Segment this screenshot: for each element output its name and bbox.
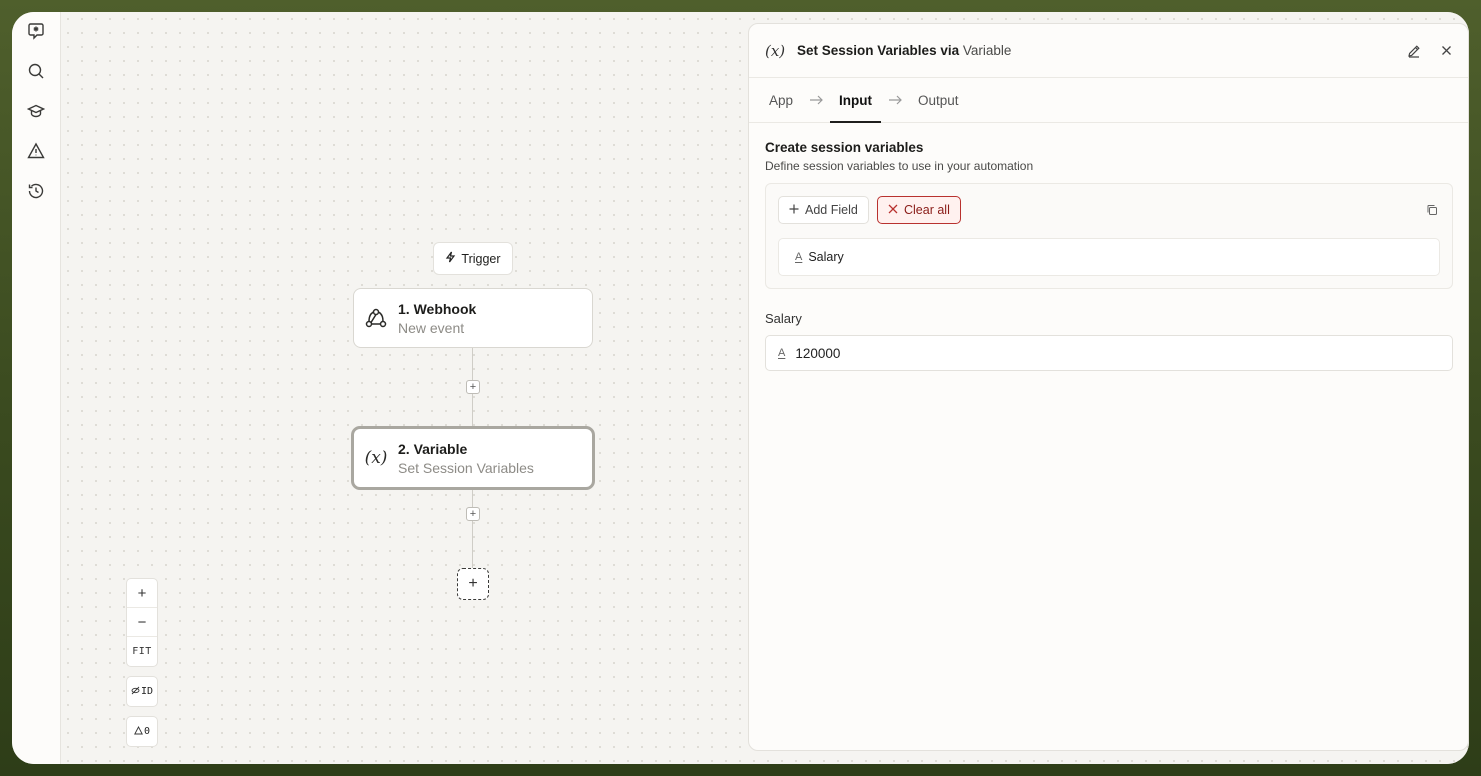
variable-fx-icon: (x) (364, 448, 388, 468)
node-title: 1. Webhook (398, 300, 477, 317)
close-icon[interactable] (1438, 43, 1454, 59)
panel-title: Set Session Variables via Variable (797, 43, 1012, 58)
salary-value: 120000 (795, 345, 841, 361)
warnings-count-button[interactable]: 0 (126, 716, 158, 747)
id-toggle-label: ID (140, 686, 154, 697)
variable-fx-icon: (x) (765, 41, 786, 60)
sidebar-rail (12, 12, 61, 764)
fields-list-box: Add Field Clear all A Salary (765, 183, 1453, 289)
value-label: Salary (765, 311, 802, 326)
graduation-cap-icon[interactable] (26, 101, 46, 121)
warnings-count: 0 (143, 726, 151, 737)
node-subtitle: New event (398, 319, 465, 336)
tab-input[interactable]: Input (830, 78, 882, 123)
panel-header: (x) Set Session Variables via Variable (749, 24, 1468, 78)
tab-app[interactable]: App (769, 78, 793, 123)
connector-line (472, 490, 473, 568)
insert-step-button[interactable]: + (466, 380, 480, 394)
search-icon[interactable] (26, 61, 46, 81)
node-title: 2. Variable (398, 440, 468, 457)
clear-all-button[interactable]: Clear all (877, 196, 961, 224)
webhook-icon (354, 306, 398, 330)
field-item[interactable]: A Salary (778, 238, 1440, 276)
step-config-panel: (x) Set Session Variables via Variable A… (748, 23, 1469, 751)
tab-output[interactable]: Output (918, 78, 959, 123)
text-type-icon: A (778, 347, 786, 359)
toggle-ids-button[interactable]: ID (126, 676, 158, 707)
zoom-in-button[interactable]: + (127, 579, 157, 608)
warning-icon (134, 725, 143, 738)
step-tabs: App Input Output (749, 78, 1468, 123)
history-icon[interactable] (26, 181, 46, 201)
salary-value-input[interactable]: A 120000 (765, 335, 1453, 371)
text-type-icon: A (795, 251, 803, 263)
zoom-out-button[interactable]: − (127, 608, 157, 637)
edit-icon[interactable] (1406, 43, 1422, 59)
app-window: Trigger 1. Webhook New event + (x) 2. Va… (12, 12, 1469, 764)
trigger-pill[interactable]: Trigger (433, 242, 513, 275)
section-title: Create session variables (765, 140, 924, 155)
plus-icon (789, 203, 799, 217)
node-subtitle: Set Session Variables (398, 459, 534, 476)
lightning-icon (445, 251, 456, 266)
field-name: Salary (808, 250, 844, 264)
fit-view-button[interactable]: FIT (127, 637, 157, 666)
workflow-node-webhook[interactable]: 1. Webhook New event (353, 288, 593, 348)
zoom-controls: + − FIT (126, 578, 158, 667)
arrow-right-icon (888, 95, 902, 105)
close-icon (888, 203, 898, 217)
add-step-button[interactable]: + (457, 568, 489, 600)
section-subtitle: Define session variables to use in your … (765, 159, 1034, 173)
workflow-node-variable[interactable]: (x) 2. Variable Set Session Variables (351, 426, 595, 490)
copy-icon[interactable] (1426, 203, 1440, 217)
arrow-right-icon (809, 95, 823, 105)
add-field-button[interactable]: Add Field (778, 196, 869, 224)
chat-sparkle-icon[interactable] (26, 21, 46, 41)
eye-off-icon (131, 686, 140, 698)
trigger-label: Trigger (461, 251, 501, 266)
insert-step-button[interactable]: + (466, 507, 480, 521)
warning-icon[interactable] (26, 141, 46, 161)
